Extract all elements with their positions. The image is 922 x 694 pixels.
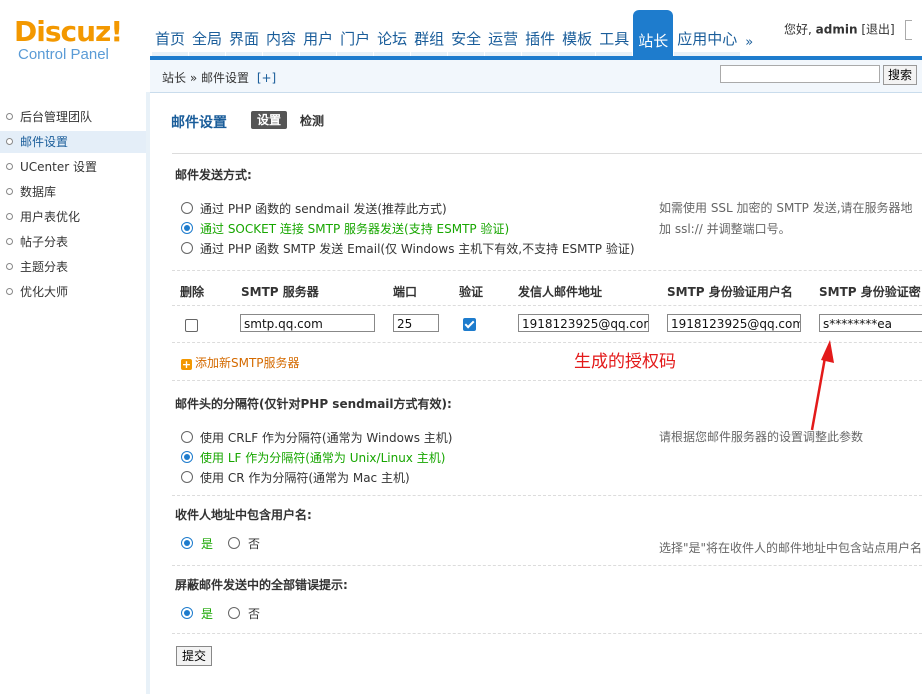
annotation-arrow-shaft xyxy=(810,351,828,431)
annotation-label: 生成的授权码 xyxy=(574,352,676,372)
annotation-arrow-head xyxy=(821,340,834,363)
annotation-arrow-icon xyxy=(810,340,834,431)
